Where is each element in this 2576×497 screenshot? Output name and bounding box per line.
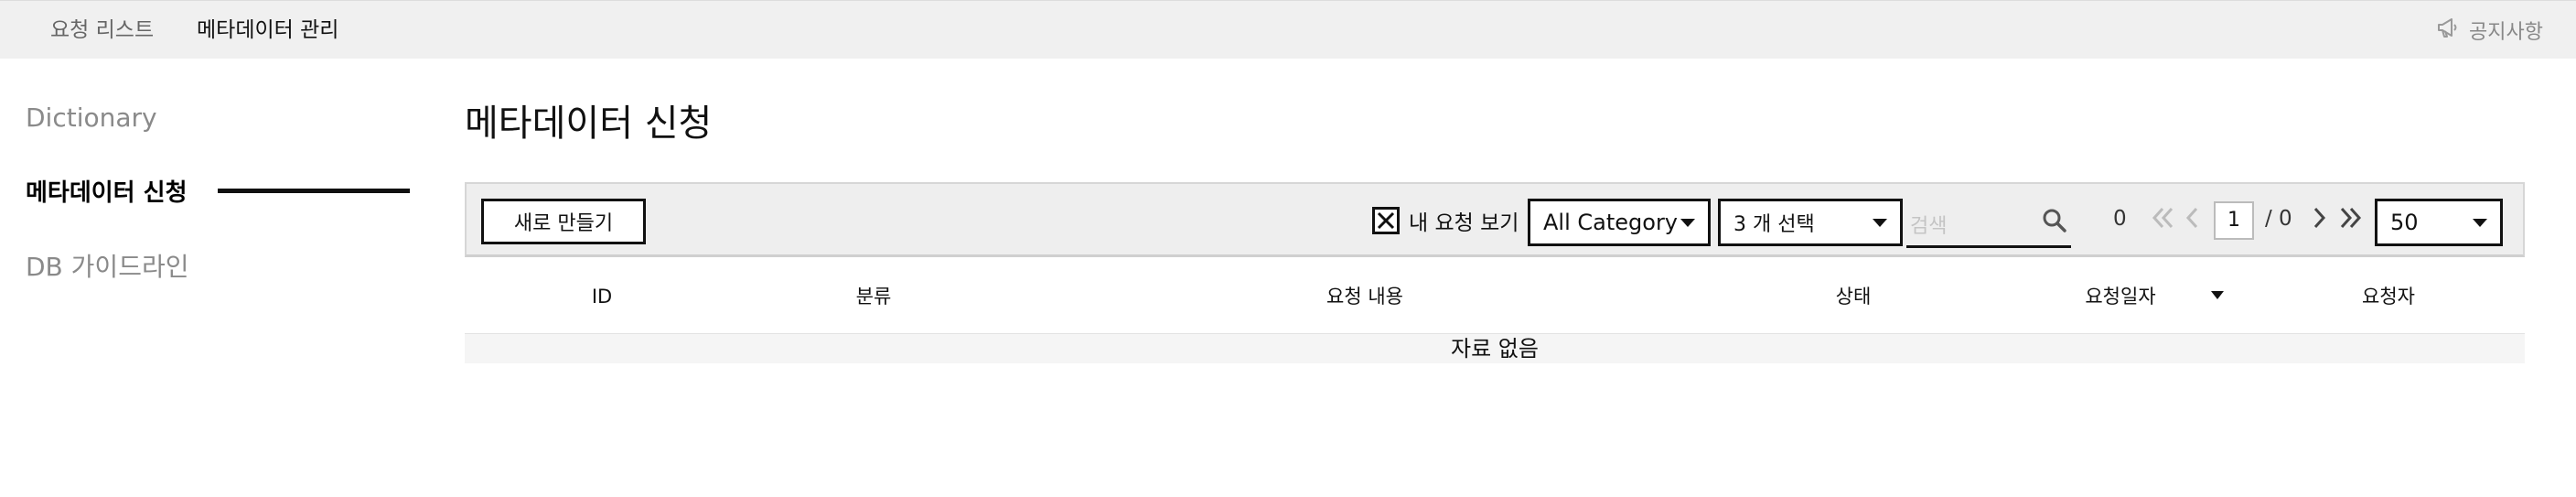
chevron-down-icon (1873, 219, 1887, 227)
page-size-value: 50 (2390, 210, 2419, 235)
chevron-down-icon (1680, 219, 1695, 227)
total-count: 0 (2113, 207, 2127, 231)
category-select-value: All Category (1543, 210, 1679, 235)
search-placeholder: 검색 (1910, 215, 1948, 238)
notice-link[interactable]: 공지사항 (2436, 1, 2543, 59)
page-size-select[interactable]: 50 (2375, 199, 2503, 246)
my-requests-checkbox[interactable] (1372, 207, 1400, 234)
current-page-input[interactable]: 1 (2214, 201, 2254, 240)
category-select[interactable]: All Category (1528, 199, 1711, 246)
sidebar-item-db-guideline[interactable]: DB 가이드라인 (26, 247, 188, 284)
checkbox-x-icon (1377, 211, 1395, 230)
column-header-request-date[interactable]: 요청일자 (2085, 259, 2155, 334)
tab-metadata-management[interactable]: 메타데이터 관리 (197, 1, 338, 59)
first-page-icon[interactable] (2150, 204, 2177, 235)
column-header-category[interactable]: 분류 (856, 259, 892, 334)
sort-desc-icon[interactable] (2211, 291, 2224, 299)
sidebar-item-metadata-request[interactable]: 메타데이터 신청 (26, 174, 188, 208)
search-input[interactable]: 검색 (1906, 199, 2071, 248)
column-header-status[interactable]: 상태 (1836, 259, 1872, 334)
my-requests-toggle[interactable]: 내 요청 보기 (1372, 202, 1519, 239)
chevron-down-icon (2473, 219, 2487, 227)
sidebar-active-indicator (218, 189, 410, 193)
column-header-requester[interactable]: 요청자 (2362, 259, 2415, 334)
column-header-request-content[interactable]: 요청 내용 (1326, 259, 1403, 334)
last-page-icon[interactable] (2336, 204, 2364, 235)
page-total: / 0 (2265, 207, 2292, 231)
column-header-id[interactable]: ID (592, 259, 612, 334)
my-requests-label: 내 요청 보기 (1409, 211, 1519, 235)
status-select-value: 3 개 선택 (1733, 213, 1815, 236)
table-empty-message: 자료 없음 (465, 334, 2525, 363)
top-navigation-bar: 요청 리스트 메타데이터 관리 공지사항 (0, 0, 2576, 59)
megaphone-icon (2436, 16, 2460, 44)
status-select[interactable]: 3 개 선택 (1718, 199, 1903, 246)
next-page-icon[interactable] (2311, 204, 2329, 235)
table-toolbar: 새로 만들기 내 요청 보기 All Category 3 개 선택 검색 0 (465, 182, 2525, 257)
tab-request-list[interactable]: 요청 리스트 (50, 1, 154, 59)
new-request-button[interactable]: 새로 만들기 (481, 199, 646, 244)
notice-label: 공지사항 (2469, 21, 2543, 44)
page-title: 메타데이터 신청 (465, 103, 713, 145)
sidebar-item-dictionary[interactable]: Dictionary (26, 103, 157, 133)
table-header: ID 분류 요청 내용 상태 요청일자 요청자 (465, 259, 2525, 334)
search-icon[interactable] (2042, 208, 2067, 237)
previous-page-icon[interactable] (2183, 204, 2201, 235)
